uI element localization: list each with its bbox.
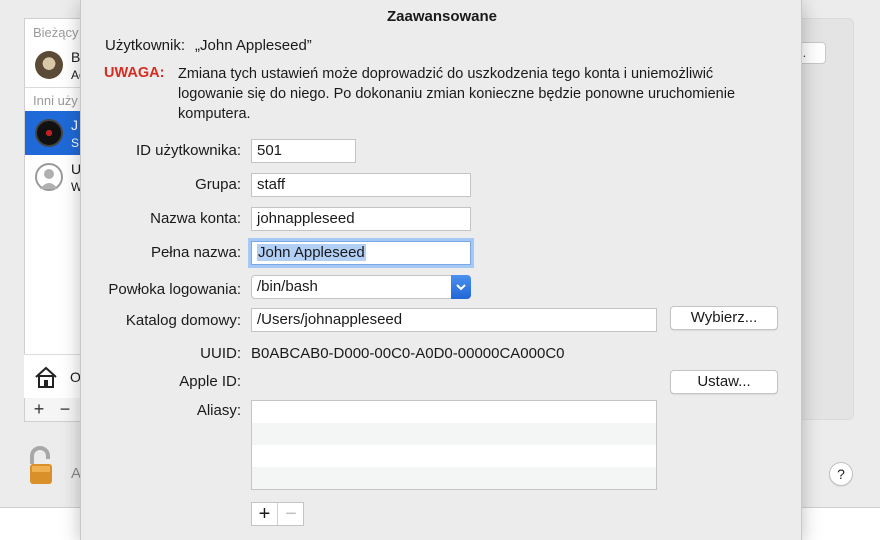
list-item[interactable] — [252, 423, 656, 445]
help-button[interactable]: ? — [829, 462, 853, 486]
user-line: Użytkownik: „John Appleseed” — [105, 37, 322, 54]
login-shell-popup[interactable]: /bin/bash — [251, 275, 471, 299]
group-label: Grupa: — [195, 176, 241, 193]
user-label: Użytkownik: — [105, 37, 186, 54]
user-id-label: ID użytkownika: — [135, 142, 241, 159]
add-alias-button[interactable]: + — [252, 503, 278, 525]
section-other-label: Inni uży — [33, 93, 78, 108]
list-item[interactable] — [252, 467, 656, 489]
full-name-label: Pełna nazwa: — [150, 244, 241, 261]
login-options-item[interactable]: O — [24, 354, 82, 398]
aliases-add-remove: + − — [251, 502, 304, 526]
list-item[interactable] — [252, 401, 656, 423]
full-name-field[interactable]: John Appleseed — [251, 241, 471, 265]
chevron-down-icon — [456, 284, 466, 291]
aliases-list[interactable] — [251, 400, 657, 490]
owl-avatar-icon — [35, 51, 63, 79]
user-id-field[interactable]: 501 — [251, 139, 356, 163]
set-apple-id-button[interactable]: Ustaw... — [670, 370, 778, 394]
remove-alias-button[interactable]: − — [278, 503, 304, 525]
login-shell-value: /bin/bash — [257, 278, 318, 295]
record-avatar-icon — [35, 119, 63, 147]
house-icon — [35, 366, 57, 388]
list-item-user-b[interactable]: B Ad — [25, 43, 86, 87]
popup-arrow — [451, 275, 471, 299]
apple-id-label: Apple ID: — [179, 373, 241, 390]
full-name-value: John Appleseed — [257, 244, 366, 261]
sheet-title: Zaawansowane — [386, 8, 498, 25]
users-add-remove: + − — [24, 398, 82, 422]
user-j-role: S — [71, 136, 80, 150]
user-j-name: J — [71, 117, 78, 133]
generic-user-icon — [35, 163, 63, 191]
account-name-label: Nazwa konta: — [150, 210, 241, 227]
uuid-label: UUID: — [200, 345, 241, 362]
home-dir-label: Katalog domowy: — [125, 312, 241, 329]
list-item-user-u[interactable]: U W — [25, 155, 83, 199]
warning-text: Zmiana tych ustawień może doprowadzić do… — [178, 66, 736, 122]
warning-label: UWAGA: — [104, 65, 165, 81]
home-dir-field[interactable]: /Users/johnappleseed — [251, 308, 657, 332]
section-current-label: Bieżący — [33, 25, 79, 40]
divider — [25, 87, 83, 88]
user-b-name: B — [71, 49, 81, 65]
remove-user-button[interactable]: − — [55, 399, 75, 419]
uuid-value: B0ABCAB0-D000-00C0-A0D0-00000CA000C0 — [251, 345, 565, 362]
users-list: Bieżący B Ad Inni uży J S U W — [24, 18, 86, 398]
lock-icon[interactable] — [26, 446, 58, 486]
list-item-user-j[interactable]: J S — [25, 111, 83, 155]
aliases-label: Aliasy: — [196, 402, 241, 419]
choose-button[interactable]: Wybierz... — [670, 306, 778, 330]
user-name: „John Appleseed” — [195, 37, 312, 54]
list-item[interactable] — [252, 445, 656, 467]
login-shell-label: Powłoka logowania: — [108, 281, 241, 298]
group-field[interactable]: staff — [251, 173, 471, 197]
advanced-options-sheet: Zaawansowane Użytkownik: „John Appleseed”… — [80, 0, 802, 540]
add-user-button[interactable]: + — [29, 399, 49, 419]
account-name-field[interactable]: johnappleseed — [251, 207, 471, 231]
